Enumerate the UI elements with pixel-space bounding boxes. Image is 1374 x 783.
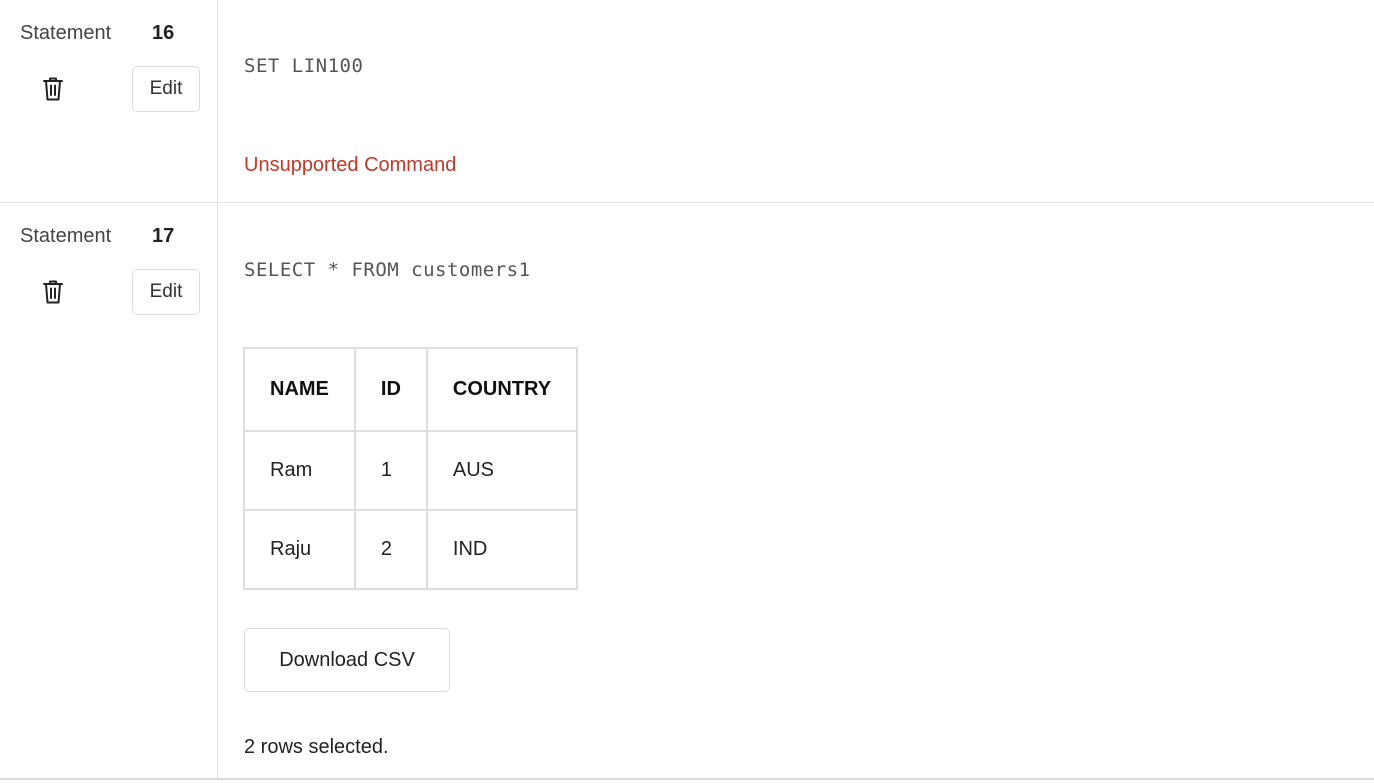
table-cell: 2 <box>353 509 428 590</box>
edit-button[interactable]: Edit <box>132 66 200 112</box>
statement-block-16: Statement 16 Edit SET LIN100 Unsupported… <box>0 0 1374 203</box>
statement-block-17: Statement 17 Edit SELECT * FROM customer… <box>0 203 1374 780</box>
statement-number: 16 <box>152 22 175 44</box>
table-cell: Raju <box>243 509 356 590</box>
column-header-country: COUNTRY <box>425 347 579 432</box>
table-cell: 1 <box>353 430 428 511</box>
trash-icon[interactable] <box>42 279 64 305</box>
edit-button[interactable]: Edit <box>132 269 200 315</box>
statement-label: Statement <box>20 225 112 247</box>
statement-code[interactable]: SET LIN100 <box>244 55 363 77</box>
column-header-name: NAME <box>243 347 356 432</box>
column-header-id: ID <box>353 347 428 432</box>
statement-gutter: Statement 16 Edit <box>0 0 218 202</box>
statement-number: 17 <box>152 225 175 247</box>
table-row: Ram 1 AUS <box>243 430 579 511</box>
statement-content: SET LIN100 Unsupported Command <box>218 0 1374 202</box>
statement-content: SELECT * FROM customers1 NAME ID COUNTRY… <box>218 203 1374 778</box>
statement-code[interactable]: SELECT * FROM customers1 <box>244 259 531 281</box>
result-table: NAME ID COUNTRY Ram 1 AUS Raju 2 IND <box>243 347 579 590</box>
trash-icon[interactable] <box>42 76 64 102</box>
table-cell: IND <box>425 509 579 590</box>
statement-gutter: Statement 17 Edit <box>0 203 218 778</box>
table-row: Raju 2 IND <box>243 509 579 590</box>
statement-label: Statement <box>20 22 112 44</box>
result-message: 2 rows selected. <box>244 736 389 758</box>
table-cell: Ram <box>243 430 356 511</box>
table-header-row: NAME ID COUNTRY <box>243 347 579 432</box>
error-message: Unsupported Command <box>244 154 457 176</box>
download-csv-button[interactable]: Download CSV <box>244 628 450 692</box>
table-cell: AUS <box>425 430 579 511</box>
